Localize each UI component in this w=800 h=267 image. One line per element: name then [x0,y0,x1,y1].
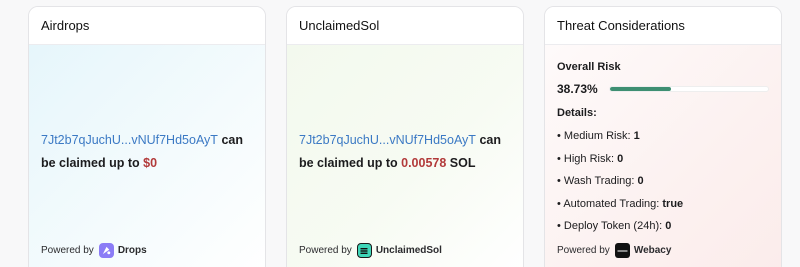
airdrops-card-body: 7Jt2b7qJuchU...vNUf7Hd5oAyT can be claim… [29,45,265,267]
overall-risk-value: 38.73% [557,82,598,96]
detail-item: • High Risk: 0 [557,152,624,165]
detail-item: • Deploy Token (24h): 0 [557,220,672,232]
overall-risk-row: 38.73% [557,82,769,96]
overall-risk-label: Overall Risk [557,61,621,73]
threat-considerations-card: Threat Considerations Overall Risk 38.73… [544,6,782,267]
powered-by[interactable]: Powered by UnclaimedSol [299,243,442,258]
details-label: Details: [557,107,597,119]
unclaimedsol-card: UnclaimedSol 7Jt2b7qJuchU...vNUf7Hd5oAyT… [286,6,524,267]
risk-progress-bar [609,86,769,92]
unclaimedsol-card-body: 7Jt2b7qJuchU...vNUf7Hd5oAyT can be claim… [287,45,523,267]
airdrops-card: Airdrops 7Jt2b7qJuchU...vNUf7Hd5oAyT can… [28,6,266,267]
wallet-address-link[interactable]: 7Jt2b7qJuchU...vNUf7Hd5oAyT [299,133,476,147]
brand-name: UnclaimedSol [375,245,442,256]
wallet-address-link[interactable]: 7Jt2b7qJuchU...vNUf7Hd5oAyT [41,133,218,147]
detail-item: • Medium Risk: 1 [557,130,640,142]
powered-by[interactable]: Powered by Drops [41,243,147,258]
unclaimedsol-logo-icon [356,243,372,258]
brand-name: Webacy [633,245,672,256]
powered-by[interactable]: Powered by Webacy [557,243,671,258]
threat-card-body: Overall Risk 38.73% Details: • Medium Ri… [545,45,781,267]
risk-progress-fill [610,87,672,91]
detail-item: • Automated Trading: true [557,197,684,210]
powered-by-label: Powered by [299,245,352,256]
claim-statement: 7Jt2b7qJuchU...vNUf7Hd5oAyT can be claim… [299,129,513,175]
powered-by-label: Powered by [557,245,610,256]
card-title: Airdrops [29,7,265,45]
claim-amount: $0 [143,156,158,170]
claim-amount: 0.00578 [401,156,447,170]
details-list: • Medium Risk: 1 • High Risk: 0 • Wash T… [557,125,683,238]
powered-by-label: Powered by [41,245,94,256]
claim-unit: SOL [449,156,476,170]
card-title: UnclaimedSol [287,7,523,45]
detail-item: • Wash Trading: 0 [557,175,644,187]
card-title: Threat Considerations [545,7,781,45]
webacy-logo-icon [614,243,630,258]
drops-logo-icon [98,243,114,258]
brand-name: Drops [117,245,147,256]
claim-statement: 7Jt2b7qJuchU...vNUf7Hd5oAyT can be claim… [41,129,255,175]
